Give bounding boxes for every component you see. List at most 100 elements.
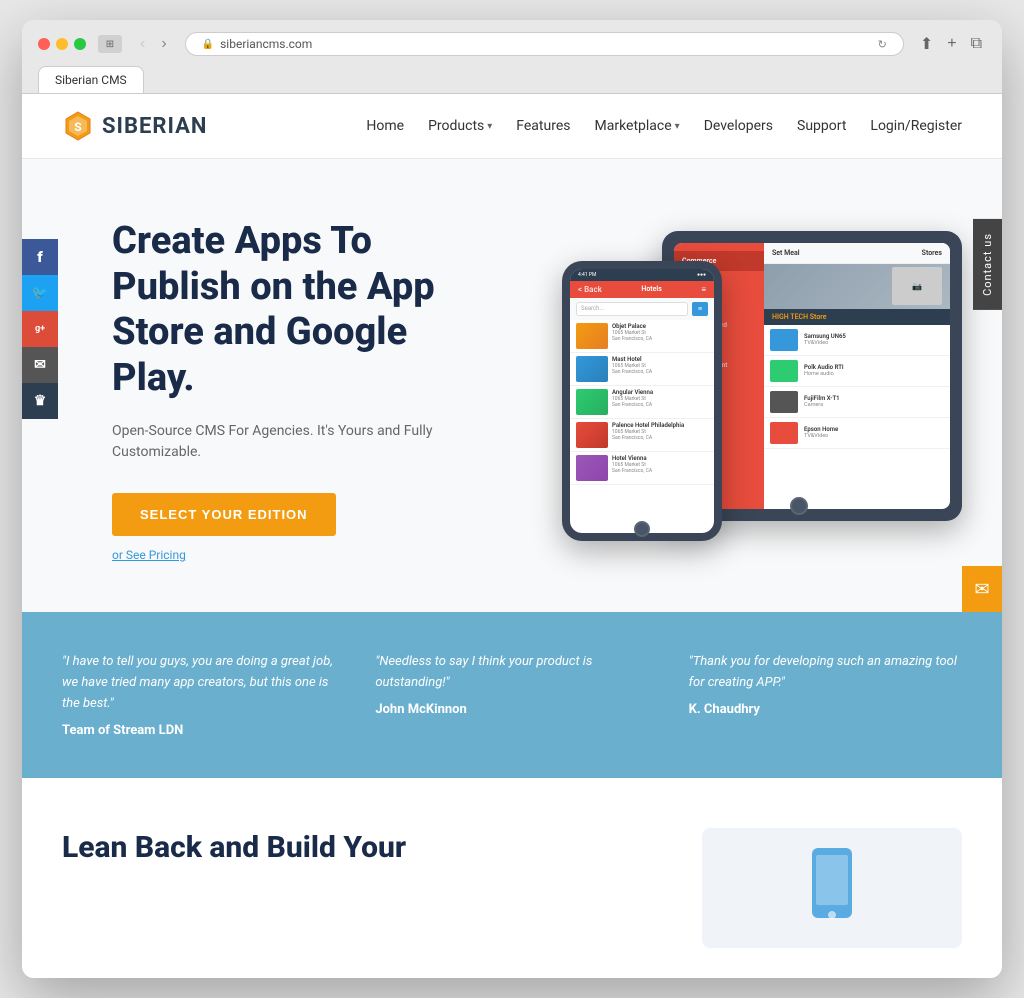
logo-main: IAN [168, 114, 208, 139]
product-image [770, 391, 798, 413]
hotel-info: Angular Vienna 1065 Market StSan Francis… [612, 389, 708, 415]
phone-back-btn[interactable]: < Back [578, 285, 602, 294]
close-button[interactable] [38, 38, 50, 50]
email-contact-tab[interactable]: ✉ [962, 566, 1002, 612]
nav-home[interactable]: Home [366, 118, 404, 134]
forward-button[interactable]: › [155, 33, 172, 55]
browser-tabs: Siberian CMS [38, 66, 986, 93]
testimonials-section: "I have to tell you guys, you are doing … [22, 612, 1002, 777]
google-plus-button[interactable]: g+ [22, 311, 58, 347]
search-placeholder: Search... [581, 305, 604, 312]
phone-nav-title: Hotels [606, 285, 697, 293]
phone-home-button [634, 521, 650, 537]
tablet-main: Set Meal Stores 📷 HIGH TECH Store [764, 243, 950, 509]
logo-accent: SIBER [102, 114, 168, 139]
hotel-info: Hotel Vienna 1065 Market StSan Francisco… [612, 455, 708, 481]
phone-mockup: 4:41 PM ●●● < Back Hotels ≡ Search... [562, 261, 722, 541]
back-button[interactable]: ‹ [134, 33, 151, 55]
refresh-icon[interactable]: ↻ [878, 38, 887, 51]
list-item: Objet Palace 1065 Market StSan Francisco… [570, 320, 714, 353]
tablet-banner-img: 📷 [892, 267, 942, 305]
phone-screen: 4:41 PM ●●● < Back Hotels ≡ Search... [570, 269, 714, 533]
browser-controls: ⊞ ‹ › 🔒 siberiancms.com ↻ ⬆ + ⧉ [38, 32, 986, 56]
lock-icon: 🔒 [202, 39, 214, 50]
marketplace-dropdown-arrow: ▾ [675, 121, 680, 132]
phone-status-bar: 4:41 PM ●●● [570, 269, 714, 281]
browser-nav-buttons: ‹ › [134, 33, 173, 55]
address-bar[interactable]: 🔒 siberiancms.com ↻ [185, 32, 904, 56]
table-row: FujiFilm X-T1 Camera [764, 387, 950, 418]
hotel-list: Objet Palace 1065 Market StSan Francisco… [570, 320, 714, 485]
browser-actions: ⬆ + ⧉ [916, 32, 986, 56]
nav-marketplace[interactable]: Marketplace ▾ [594, 118, 679, 134]
hotel-image [576, 422, 608, 448]
browser-window: ⊞ ‹ › 🔒 siberiancms.com ↻ ⬆ + ⧉ Siberian… [22, 20, 1002, 978]
tablet-product-list: Samsung UN65 TV&Video Polk Audio RTI Hom… [764, 325, 950, 509]
devices-container: Commerce 📋 Catalog % Discount ★ [542, 231, 962, 551]
filter-button[interactable]: ≡ [692, 302, 708, 316]
phone-menu-icon: ≡ [701, 285, 706, 294]
email-button[interactable]: ✉ [22, 347, 58, 383]
tablet-top-header: Set Meal Stores [764, 243, 950, 264]
crown-icon: ♛ [34, 393, 47, 409]
testimonial-text: "I have to tell you guys, you are doing … [62, 652, 335, 714]
minimize-button[interactable] [56, 38, 68, 50]
site-nav: Home Products ▾ Features Marketplace ▾ D… [366, 118, 962, 134]
product-image [770, 422, 798, 444]
hero-content: Create Apps To Publish on the App Store … [112, 219, 492, 562]
product-image [770, 329, 798, 351]
product-info: Polk Audio RTI Home audio [804, 364, 944, 377]
testimonial-author: John McKinnon [375, 702, 648, 717]
cta-button[interactable]: SELECT YOUR EDITION [112, 493, 336, 536]
list-item: Angular Vienna 1065 Market StSan Francis… [570, 386, 714, 419]
see-pricing-link[interactable]: or See Pricing [112, 548, 492, 562]
nav-products[interactable]: Products ▾ [428, 118, 492, 134]
logo[interactable]: S SIBERIAN [62, 110, 207, 142]
logo-icon: S [62, 110, 94, 142]
product-info: FujiFilm X-T1 Camera [804, 395, 944, 408]
website-content: S SIBERIAN Home Products ▾ Features [22, 94, 1002, 978]
hero-subtitle: Open-Source CMS For Agencies. It's Yours… [112, 421, 492, 463]
window-toggle-btn[interactable]: ⊞ [98, 35, 122, 53]
facebook-icon: f [37, 248, 42, 266]
bottom-visual [702, 828, 962, 948]
browser-chrome: ⊞ ‹ › 🔒 siberiancms.com ↻ ⬆ + ⧉ Siberian… [22, 20, 1002, 94]
nav-support[interactable]: Support [797, 118, 846, 134]
nav-developers[interactable]: Developers [704, 118, 773, 134]
product-image [770, 360, 798, 382]
testimonial-2: "Needless to say I think your product is… [375, 652, 648, 737]
phone-visual-icon [802, 843, 862, 933]
new-tab-button[interactable]: + [943, 32, 960, 56]
facebook-button[interactable]: f [22, 239, 58, 275]
table-row: Polk Audio RTI Home audio [764, 356, 950, 387]
testimonial-text: "Needless to say I think your product is… [375, 652, 648, 694]
table-row: Samsung UN65 TV&Video [764, 325, 950, 356]
share-button[interactable]: ⬆ [916, 32, 937, 56]
logo-text: SIBERIAN [102, 114, 207, 139]
list-item: Hotel Vienna 1065 Market StSan Francisco… [570, 452, 714, 485]
maximize-button[interactable] [74, 38, 86, 50]
site-header: S SIBERIAN Home Products ▾ Features [22, 94, 1002, 159]
nav-login[interactable]: Login/Register [870, 118, 962, 134]
nav-features[interactable]: Features [516, 118, 570, 134]
hotel-info: Palence Hotel Philadelphia 1065 Market S… [612, 422, 708, 448]
tablet-banner-area: 📷 [764, 264, 950, 309]
hero-title: Create Apps To Publish on the App Store … [112, 219, 492, 401]
testimonial-author: K. Chaudhry [689, 702, 962, 717]
phone-nav-bar: < Back Hotels ≡ [570, 281, 714, 298]
crown-button[interactable]: ♛ [22, 383, 58, 419]
tabs-button[interactable]: ⧉ [967, 32, 986, 56]
twitter-button[interactable]: 🐦 [22, 275, 58, 311]
product-info: Epson Home TV&Video [804, 426, 944, 439]
products-dropdown-arrow: ▾ [487, 121, 492, 132]
list-item: Mast Hotel 1065 Market StSan Francisco, … [570, 353, 714, 386]
tablet-store-name: HIGH TECH Store [764, 309, 950, 325]
bottom-text: Lean Back and Build Your [62, 828, 662, 867]
active-tab[interactable]: Siberian CMS [38, 66, 144, 93]
contact-us-tab[interactable]: Contact us [973, 219, 1002, 310]
svg-text:S: S [74, 120, 81, 134]
hotel-image [576, 389, 608, 415]
table-row: Epson Home TV&Video [764, 418, 950, 449]
search-input[interactable]: Search... [576, 302, 688, 316]
traffic-lights [38, 38, 86, 50]
